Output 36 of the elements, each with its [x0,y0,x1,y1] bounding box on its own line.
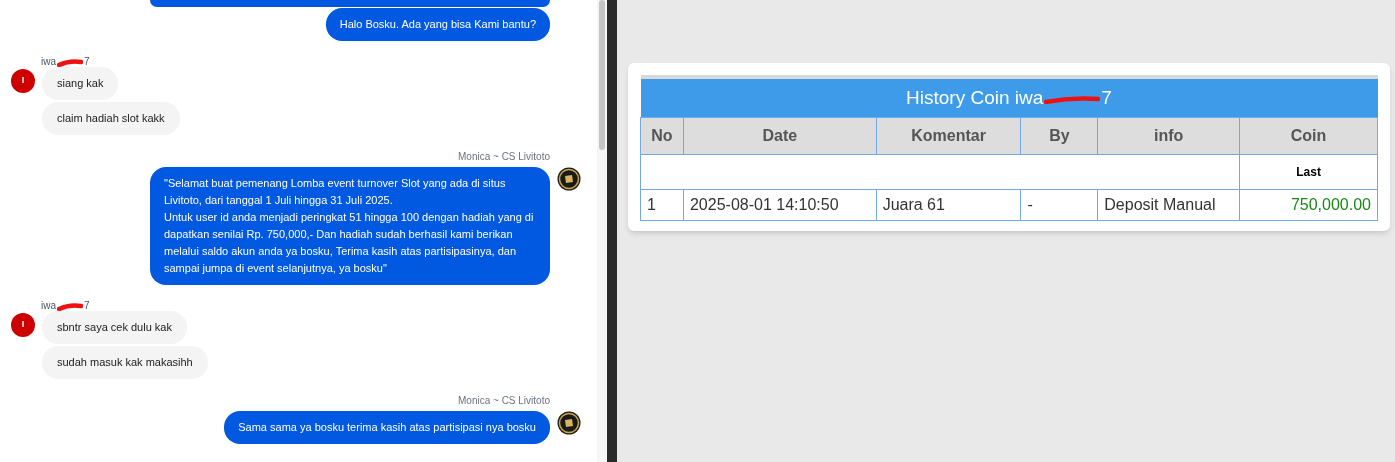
subheader-cell: Last [1239,154,1378,189]
agent-avatar-icon [557,167,581,191]
sender-name: iwa [41,298,56,313]
table-cell: 1 [640,189,684,220]
table-cell: Juara 61 [876,189,1021,220]
message-bubble: siang kak [42,67,119,100]
redaction-mark [1044,96,1101,105]
redaction-mark [57,303,83,311]
user-avatar: I [11,69,35,93]
redaction-mark [57,59,83,67]
sender-name: Monica ~ CS Livitoto [458,150,550,164]
column-header: Date [683,117,877,154]
table-cell: - [1020,189,1098,220]
message-bubble: Halo Bosku. Ada yang bisa Kami bantu? [325,8,550,41]
user-avatar: I [11,313,35,337]
table-cell: Deposit Manual [1097,189,1240,220]
message-bubble: sbntr saya cek dulu kak [42,311,187,344]
table-title: 7 [1101,86,1112,108]
sender-name: iwa [41,54,56,69]
column-header: Komentar [876,117,1021,154]
sender-name: 7 [84,54,90,69]
scrollbar[interactable] [597,0,607,462]
agent-avatar-icon [557,411,581,435]
sender-name: Monica ~ CS Livitoto [458,394,550,408]
column-header: By [1020,117,1098,154]
column-header: info [1097,117,1240,154]
table-title: History Coin iwa [906,86,1044,108]
column-header: No [640,117,684,154]
message-bubble: claim hadiah slot kakk [42,102,180,135]
table-cell: 2025-08-01 14:10:50 [683,189,877,220]
sender-name: 7 [84,298,90,313]
message-bubble: "Selamat buat pemenang Lomba event turnover Slot yang ada di situs Livitoto, dari tanggal 1 Juli hingga 31 Juli 2025. Untuk user id anda menjadi peringkat 51 hingga 100 dengan hadiah yang di dapatkan senilai Rp. 750,000,- Dan hadiah sudah berhasil kami berikan melalui saldo akun anda ya bosku, Terima kasih atas partisipasinya, dan sampai jumpa di event selanjutnya, ya bosku" [150,167,550,285]
message-bubble: sudah masuk kak makasihh [42,346,208,379]
message-bubble: Sama sama ya bosku terima kasih atas partisipasi nya bosku [224,411,550,444]
table-cell: 750,000.00 [1239,189,1378,220]
column-header: Coin [1239,117,1378,154]
